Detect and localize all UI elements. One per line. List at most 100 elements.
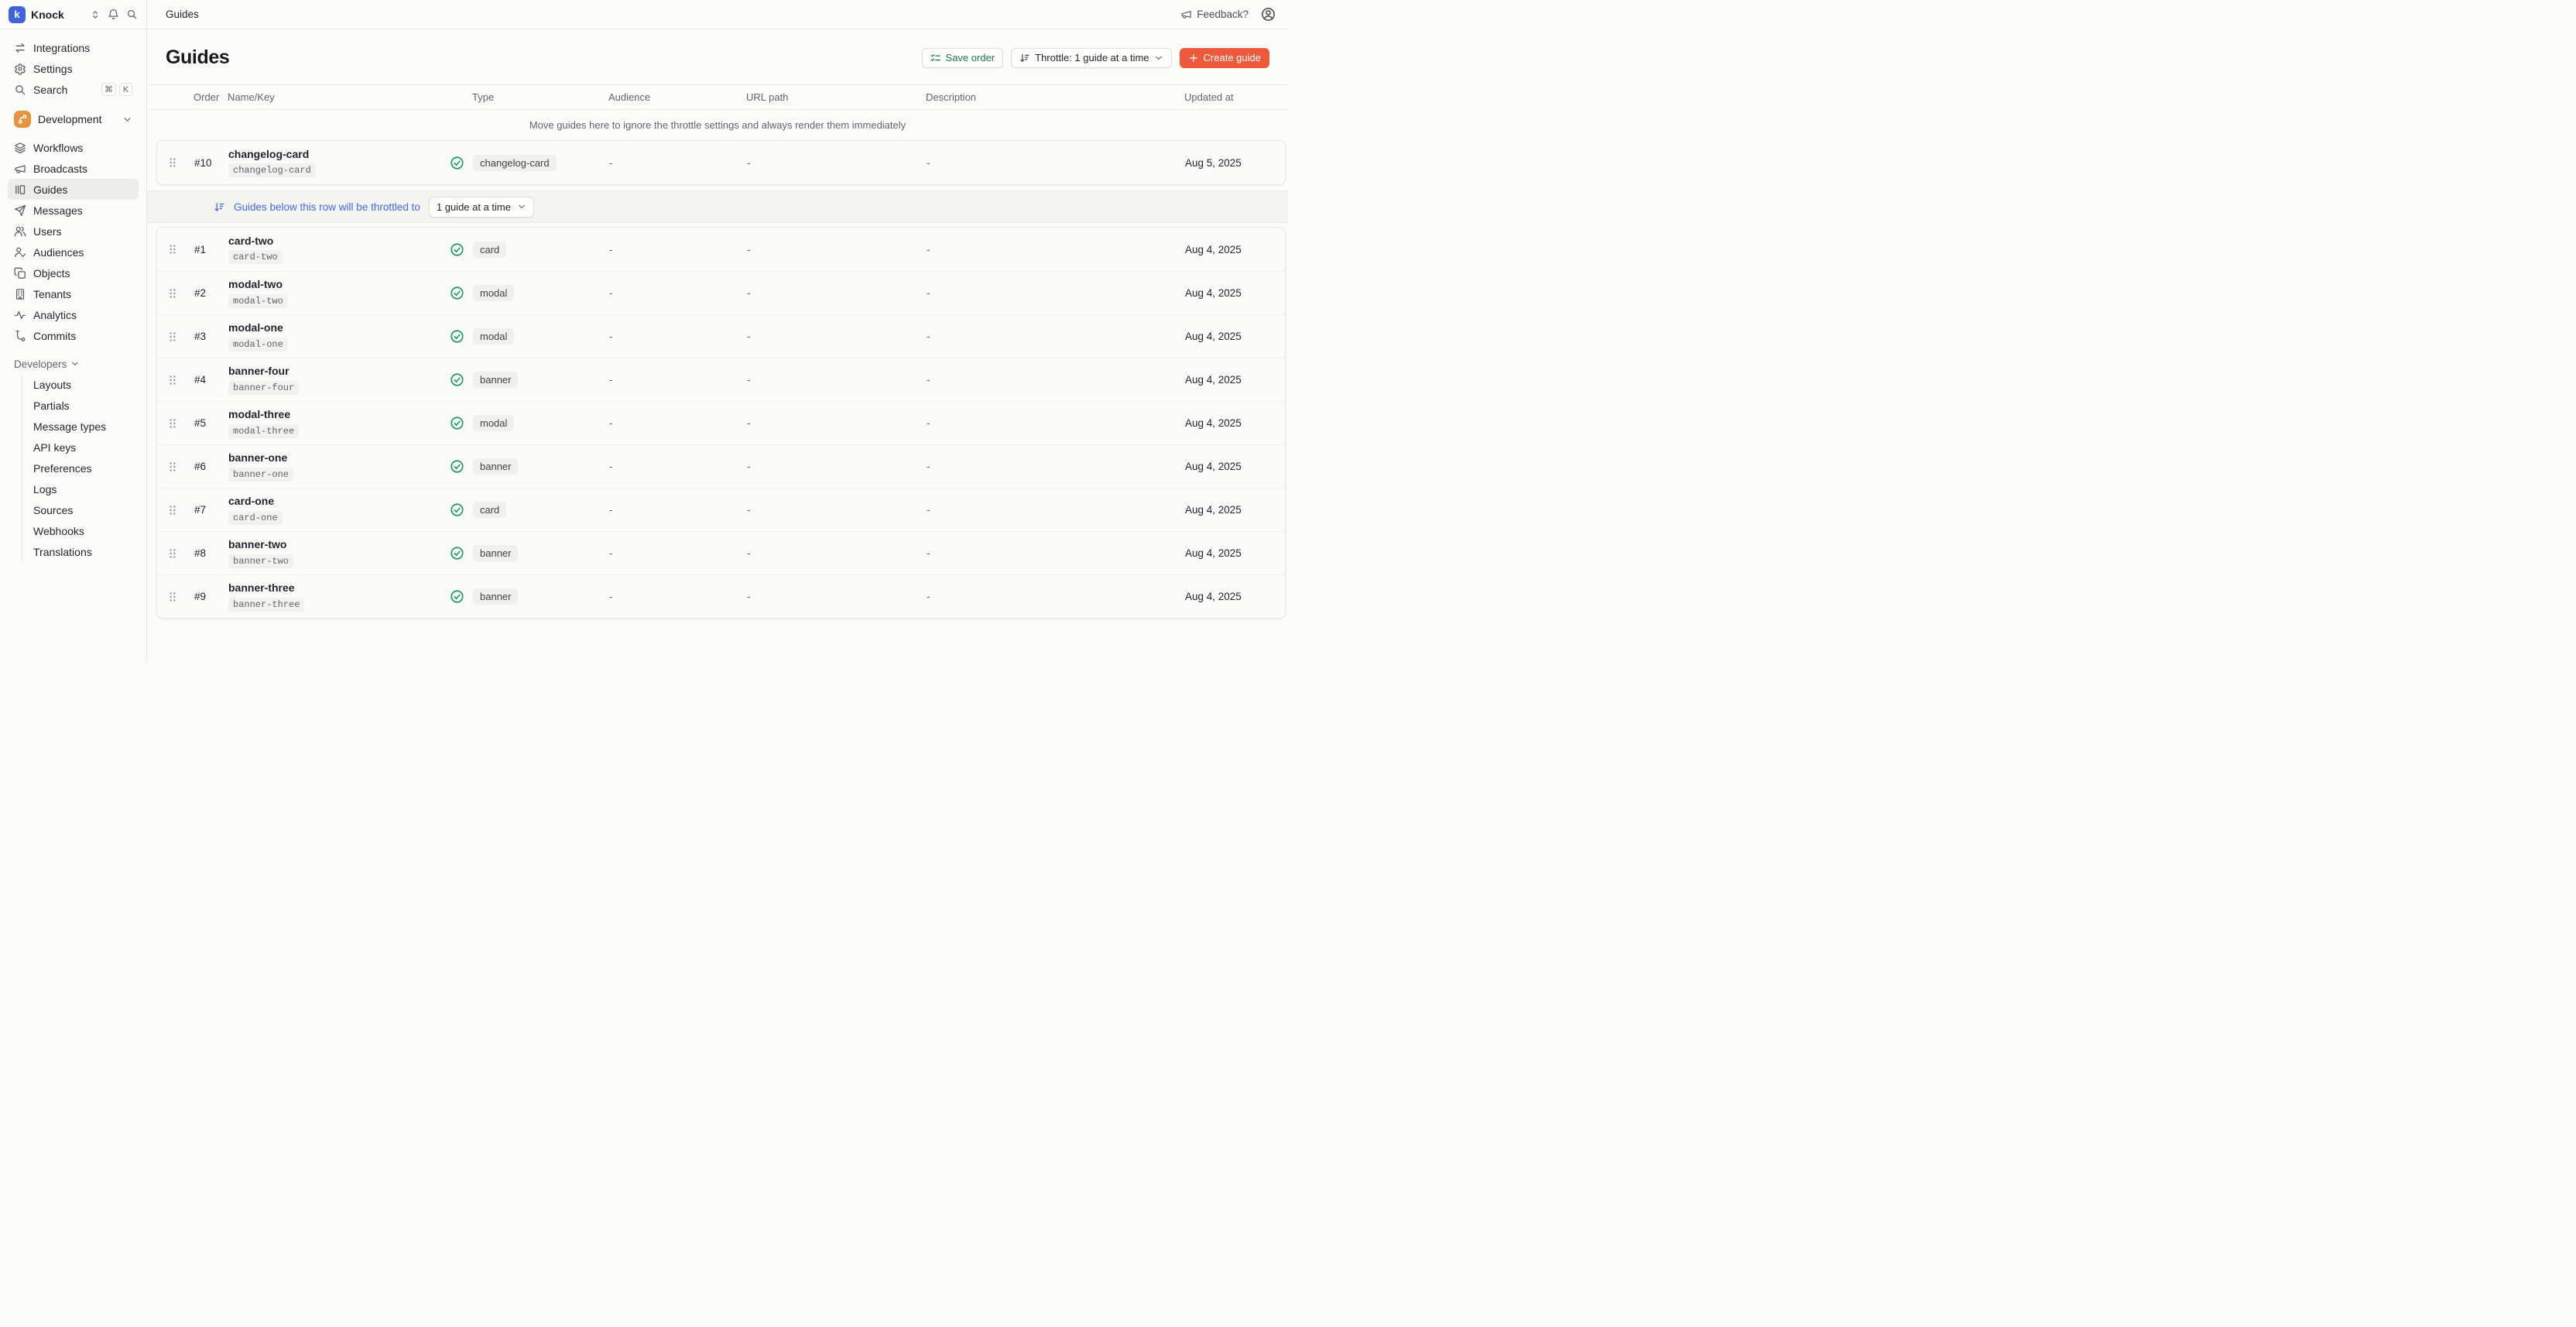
throttle-label: Throttle: 1 guide at a time xyxy=(1035,52,1149,63)
sidebar-developers-item[interactable]: API keys xyxy=(22,437,139,458)
drag-handle-icon[interactable] xyxy=(166,287,179,300)
account-menu-button[interactable] xyxy=(1261,7,1276,22)
sidebar-developers-item[interactable]: Partials xyxy=(22,395,139,416)
throttle-divider-label[interactable]: Guides below this row will be throttled … xyxy=(234,201,420,213)
sidebar-item-guides[interactable]: Guides xyxy=(8,179,139,200)
save-order-button[interactable]: Save order xyxy=(922,48,1004,68)
guide-row[interactable]: #4 banner-four banner-four banner - - - … xyxy=(157,358,1285,401)
sidebar-developers-item[interactable]: Message types xyxy=(22,416,139,437)
guide-type-cell: banner xyxy=(473,458,609,475)
nav-main-list: Workflows Broadcasts Guides Messages Use… xyxy=(8,137,139,346)
sidebar-item-tenants[interactable]: Tenants xyxy=(8,283,139,304)
guide-audience: - xyxy=(609,287,747,299)
sidebar-item-search[interactable]: Search ⌘K xyxy=(8,79,139,100)
main-column: Guides Feedback? Guides Save order xyxy=(147,0,1288,664)
column-header-audience: Audience xyxy=(608,91,746,103)
guide-row[interactable]: #6 banner-one banner-one banner - - - Au… xyxy=(157,444,1285,488)
sidebar-item-commits[interactable]: Commits xyxy=(8,325,139,346)
enabled-check-icon xyxy=(450,459,464,474)
workspace-switcher[interactable]: k Knock xyxy=(0,0,146,29)
guide-row[interactable]: #2 modal-two modal-two modal - - - Aug 4… xyxy=(157,271,1285,314)
feedback-button[interactable]: Feedback? xyxy=(1180,9,1249,20)
drag-handle-icon[interactable] xyxy=(166,417,179,430)
guide-name: banner-three xyxy=(228,581,450,595)
enabled-check-icon xyxy=(450,416,464,430)
guide-description: - xyxy=(927,417,1185,429)
breadcrumb[interactable]: Guides xyxy=(166,9,199,20)
sidebar-developers-item[interactable]: Logs xyxy=(22,478,139,499)
guide-audience: - xyxy=(609,461,747,472)
guide-updated-at: Aug 4, 2025 xyxy=(1185,374,1285,386)
enabled-check-icon xyxy=(450,589,464,604)
guide-order: #5 xyxy=(194,417,228,429)
dropzone-hint: Move guides here to ignore the throttle … xyxy=(147,110,1288,140)
sidebar-item-analytics[interactable]: Analytics xyxy=(8,304,139,325)
guide-updated-at: Aug 4, 2025 xyxy=(1185,591,1285,602)
chevron-down-icon xyxy=(1154,53,1163,63)
drag-handle-icon[interactable] xyxy=(166,156,179,169)
guide-row[interactable]: #7 card-one card-one card - - - Aug 4, 2… xyxy=(157,488,1285,531)
sidebar-developers-item[interactable]: Sources xyxy=(22,499,139,520)
guide-updated-at: Aug 4, 2025 xyxy=(1185,547,1285,559)
guide-name-key: banner-three banner-three xyxy=(228,581,450,612)
guide-row[interactable]: #3 modal-one modal-one modal - - - Aug 4… xyxy=(157,314,1285,358)
column-header-order: Order xyxy=(194,91,228,103)
guide-type-badge: card xyxy=(473,242,506,258)
drag-handle-icon[interactable] xyxy=(166,504,179,516)
sidebar-item-audiences[interactable]: Audiences xyxy=(8,242,139,262)
throttle-amount-select[interactable]: 1 guide at a time xyxy=(429,197,534,218)
drag-handle-icon[interactable] xyxy=(166,591,179,603)
sidebar-developers-item[interactable]: Preferences xyxy=(22,458,139,478)
drag-handle-icon[interactable] xyxy=(166,547,179,560)
sidebar-item-users[interactable]: Users xyxy=(8,221,139,242)
sidebar-item-label: Layouts xyxy=(33,379,71,391)
throttle-dropdown-button[interactable]: Throttle: 1 guide at a time xyxy=(1011,48,1171,68)
sidebar-item-workflows[interactable]: Workflows xyxy=(8,137,139,158)
bell-icon[interactable] xyxy=(108,9,119,20)
sidebar-developers-item[interactable]: Layouts xyxy=(22,374,139,395)
sidebar-item-label: Preferences xyxy=(33,462,91,475)
sidebar-developers-item[interactable]: Webhooks xyxy=(22,520,139,541)
guide-order: #3 xyxy=(194,331,228,342)
sidebar-item-messages[interactable]: Messages xyxy=(8,200,139,221)
guide-description: - xyxy=(927,461,1185,472)
objects-icon xyxy=(14,267,26,279)
guide-name-key: modal-one modal-one xyxy=(228,321,450,351)
guide-row[interactable]: #9 banner-three banner-three banner - - … xyxy=(157,574,1285,618)
guide-url-path: - xyxy=(747,461,927,472)
environment-switcher[interactable]: Development xyxy=(8,108,139,131)
guide-row[interactable]: #8 banner-two banner-two banner - - - Au… xyxy=(157,531,1285,574)
sidebar-item-broadcasts[interactable]: Broadcasts xyxy=(8,158,139,179)
guide-name-key: banner-two banner-two xyxy=(228,538,450,568)
guide-row[interactable]: #10 changelog-card changelog-card change… xyxy=(157,141,1285,184)
developers-section-toggle[interactable]: Developers xyxy=(8,354,139,374)
search-icon[interactable] xyxy=(126,9,138,20)
sidebar-developers-item[interactable]: Translations xyxy=(22,541,139,562)
topbar-right: Feedback? xyxy=(1180,7,1276,22)
chevron-down-icon xyxy=(122,115,132,125)
sidebar-item-label: Commits xyxy=(33,330,76,342)
guide-row[interactable]: #1 card-two card-two card - - - Aug 4, 2… xyxy=(157,228,1285,271)
throttle-amount-value: 1 guide at a time xyxy=(437,201,511,213)
guide-audience: - xyxy=(609,244,747,255)
drag-handle-icon[interactable] xyxy=(166,374,179,386)
guide-type-cell: banner xyxy=(473,588,609,605)
guide-url-path: - xyxy=(747,504,927,516)
create-guide-label: Create guide xyxy=(1204,52,1261,63)
chevrons-up-down-icon[interactable] xyxy=(90,9,101,20)
sidebar-item-label: API keys xyxy=(33,441,76,454)
guide-name: card-two xyxy=(228,235,450,248)
sidebar-item-settings[interactable]: Settings xyxy=(8,58,139,79)
drag-handle-icon[interactable] xyxy=(166,461,179,473)
create-guide-button[interactable]: Create guide xyxy=(1180,48,1269,68)
guide-type-badge: banner xyxy=(473,545,518,561)
guide-row[interactable]: #5 modal-three modal-three modal - - - A… xyxy=(157,401,1285,444)
sidebar-item-integrations[interactable]: Integrations xyxy=(8,37,139,58)
guide-name: banner-one xyxy=(228,451,450,465)
sidebar-item-objects[interactable]: Objects xyxy=(8,262,139,283)
sidebar-item-label: Analytics xyxy=(33,309,77,321)
knock-logo[interactable]: k xyxy=(9,6,26,23)
sidebar-item-label: Translations xyxy=(33,546,92,558)
drag-handle-icon[interactable] xyxy=(166,243,179,255)
drag-handle-icon[interactable] xyxy=(166,331,179,343)
